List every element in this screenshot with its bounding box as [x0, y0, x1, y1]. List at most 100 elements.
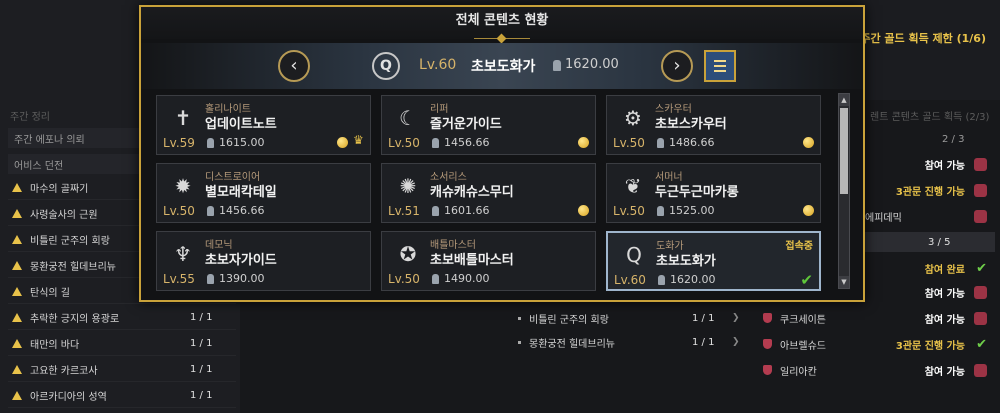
character-card[interactable]: Q 도화가 초보도화가 Lv.60 1620.00 접속중 ✔: [606, 231, 821, 291]
warning-icon: [12, 261, 22, 270]
character-card-grid: ✝ 홀리나이트 업데이트노트 Lv.59 1615.00 ♛ ☾ 리퍼 즐거운가이드 Lv.50 1…: [151, 89, 841, 299]
character-item-level: 1486.66: [669, 136, 715, 149]
shield-icon: [763, 313, 772, 323]
raid-icon: [974, 363, 987, 377]
character-name: 캐슈캐슈스무디: [430, 185, 514, 200]
current-character-name: 초보도화가: [471, 59, 536, 75]
mid-list-item[interactable]: 비틀린 군주의 회랑 1 / 1 ❯: [510, 306, 745, 330]
character-level: Lv.55: [163, 272, 195, 286]
item-level-icon: [432, 206, 439, 216]
left-list-count: 1 / 1: [190, 312, 213, 323]
artist-emblem-icon: Q: [372, 52, 400, 80]
character-item-level: 1490.00: [444, 272, 490, 285]
gold-coin-icon: [337, 137, 348, 148]
character-level: Lv.50: [613, 136, 645, 150]
character-name: 초보도화가: [656, 254, 716, 269]
right-row-status: 참여 완료: [924, 264, 965, 276]
right-raid-row[interactable]: 아브렐슈드 3관문 진행 가능 ✔: [755, 332, 995, 356]
character-card[interactable]: ⚙ 스카우터 초보스카우터 Lv.50 1486.66: [606, 95, 821, 155]
warning-icon: [12, 339, 22, 348]
holyknight-icon: ✝: [174, 106, 192, 130]
character-level: Lv.50: [388, 136, 420, 150]
right-row-label: 아브렐슈드: [780, 340, 826, 352]
right-row-status: 참여 가능: [924, 288, 965, 300]
character-level: Lv.51: [388, 204, 420, 218]
destroyer-icon: ✹: [174, 174, 192, 198]
left-list-label: 탄식의 길: [30, 288, 70, 299]
character-item-level: 1456.66: [219, 204, 265, 217]
character-name: 즐거운가이드: [430, 117, 502, 132]
card-list-scrollbar[interactable]: ▲ ▼: [838, 93, 850, 289]
chevron-down-icon[interactable]: ❯: [732, 337, 740, 347]
item-level-icon: [432, 138, 439, 148]
left-sub-label: 주간 에포나 의뢰: [14, 134, 85, 146]
character-card[interactable]: ✝ 홀리나이트 업데이트노트 Lv.59 1615.00 ♛: [156, 95, 371, 155]
mid-list-count: 1 / 1: [692, 312, 715, 324]
character-card[interactable]: ❦ 서머너 두근두근마카롱 Lv.50 1525.00: [606, 163, 821, 223]
chevron-down-icon[interactable]: ❯: [732, 313, 740, 323]
character-card[interactable]: ♆ 데모닉 초보자가이드 Lv.55 1390.00: [156, 231, 371, 291]
left-panel-header: 주간 정리: [10, 112, 50, 123]
character-name: 업데이트노트: [205, 117, 277, 132]
scroll-up-arrow-icon[interactable]: ▲: [839, 94, 849, 106]
left-list-label: 비틀린 군주의 회랑: [30, 236, 110, 247]
current-character-item-level: 1620.00: [565, 57, 619, 72]
character-card[interactable]: ✪ 배틀마스터 초보배틀마스터 Lv.50 1490.00: [381, 231, 596, 291]
shield-icon: [763, 365, 772, 375]
character-name: 초보스카우터: [655, 117, 727, 132]
character-name: 초보자가이드: [205, 253, 277, 268]
character-item-level: 1615.00: [219, 136, 265, 149]
character-card[interactable]: ☾ 리퍼 즐거운가이드 Lv.50 1456.66: [381, 95, 596, 155]
battlemaster-icon: ✪: [399, 242, 417, 266]
character-item-level: 1525.00: [669, 204, 715, 217]
artist-icon: Q: [626, 243, 642, 267]
left-list-count: 1 / 1: [190, 390, 213, 401]
raid-icon: [974, 311, 987, 325]
right-raid-row[interactable]: 쿠크세이튼 참여 가능: [755, 306, 995, 330]
warning-icon: [12, 313, 22, 322]
right-panel-count: 2 / 3: [942, 134, 965, 145]
warning-icon: [12, 183, 22, 192]
right-selected-row[interactable]: 3 / 5: [850, 232, 995, 252]
right-row-status: 3관문 진행 가능: [895, 186, 965, 198]
bullet-icon: [518, 316, 521, 320]
character-level: Lv.50: [163, 204, 195, 218]
character-level: Lv.50: [613, 204, 645, 218]
current-character-bar: ‹ Q Lv.60 초보도화가 1620.00 ›: [141, 43, 863, 89]
demonic-icon: ♆: [174, 242, 192, 266]
summoner-icon: ❦: [624, 174, 642, 198]
character-card[interactable]: ✺ 소서리스 캐슈캐슈스무디 Lv.51 1601.66: [381, 163, 596, 223]
character-level: Lv.60: [614, 273, 646, 287]
character-item-level: 1456.66: [444, 136, 490, 149]
left-list-item[interactable]: 태만의 바다 1 / 1: [8, 332, 236, 356]
warning-icon: [12, 235, 22, 244]
character-name: 두근두근마카롱: [655, 185, 739, 200]
item-level-icon: [207, 138, 214, 148]
gold-coin-icon: [803, 137, 814, 148]
next-character-button[interactable]: ›: [661, 50, 693, 82]
check-icon: ✔: [976, 336, 987, 352]
check-icon: ✔: [976, 260, 987, 276]
right-raid-row[interactable]: 일리아칸 참여 가능: [755, 358, 995, 382]
warning-icon: [12, 391, 22, 400]
right-row-label: 일리아칸: [780, 366, 817, 378]
content-status-modal: 전체 콘텐츠 현황 ‹ Q Lv.60 초보도화가 1620.00 › ✝ 홀리나…: [139, 5, 865, 302]
left-list-item[interactable]: 추락한 긍지의 용광로 1 / 1: [8, 306, 236, 330]
scroll-thumb[interactable]: [840, 108, 848, 194]
character-card[interactable]: ✹ 디스트로이어 별모래칵테일 Lv.50 1456.66: [156, 163, 371, 223]
left-list-label: 아르카디아의 성역: [30, 392, 107, 403]
left-list-item[interactable]: 아르카디아의 성역 1 / 1: [8, 384, 236, 408]
prev-character-button[interactable]: ‹: [278, 50, 310, 82]
bullet-icon: [518, 340, 521, 344]
scroll-down-arrow-icon[interactable]: ▼: [839, 276, 849, 288]
warning-icon: [12, 365, 22, 374]
left-list-item[interactable]: 고요한 카르코사 1 / 1: [8, 358, 236, 382]
mid-list-item[interactable]: 몽환궁전 힐데브리뉴 1 / 1 ❯: [510, 330, 745, 354]
menu-list-button[interactable]: [704, 50, 736, 82]
character-name: 별모래칵테일: [205, 185, 277, 200]
right-row-label: 에피데믹: [865, 212, 902, 224]
gold-coin-icon: [578, 205, 589, 216]
sorceress-icon: ✺: [399, 174, 417, 198]
right-row-status: 참여 가능: [924, 160, 965, 172]
character-item-level: 1390.00: [219, 272, 265, 285]
